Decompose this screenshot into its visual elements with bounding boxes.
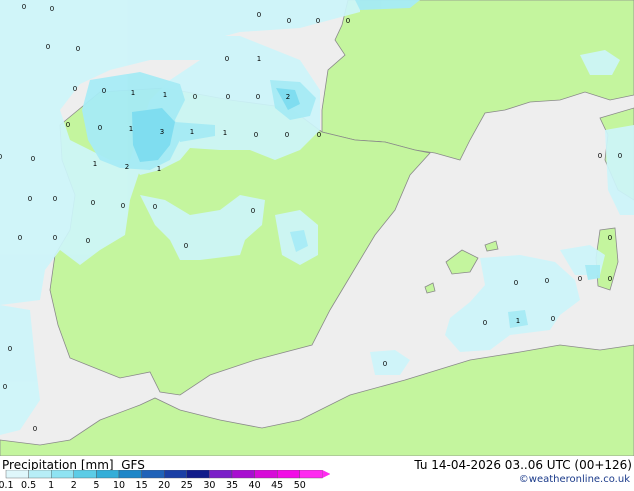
value-marker: 0 [3, 383, 7, 391]
scale-tick-label: 10 [112, 480, 126, 491]
value-marker: 0 [193, 93, 197, 101]
value-marker: 0 [225, 55, 229, 63]
scale-swatch [141, 470, 165, 479]
value-marker: 0 [608, 275, 612, 283]
value-marker: 1 [163, 91, 167, 99]
value-marker: 0 [0, 153, 2, 161]
value-marker: 0 [73, 85, 77, 93]
scale-tick-label: 45 [271, 480, 284, 491]
value-marker: 0 [608, 234, 612, 242]
scale-swatch [254, 470, 278, 479]
scale-tick-label: 2 [70, 480, 77, 491]
value-marker: 1 [516, 317, 520, 325]
legend-bar: Precipitation [mm] GFS Tu 14-04-2026 03.… [0, 456, 634, 491]
scale-tick-label: 40 [248, 480, 261, 491]
scale-tick-label: 20 [158, 480, 171, 491]
value-marker: 0 [31, 155, 35, 163]
value-marker: 0 [257, 11, 261, 19]
value-marker: 0 [76, 45, 80, 53]
value-marker: 0 [285, 131, 289, 139]
value-marker: 0 [514, 279, 518, 287]
value-marker: 0 [483, 319, 487, 327]
scale-swatch [209, 470, 233, 479]
value-marker: 2 [125, 163, 129, 171]
value-marker: 0 [598, 152, 602, 160]
value-marker: 0 [102, 87, 106, 95]
value-marker: 0 [256, 93, 260, 101]
value-marker: 0 [46, 43, 50, 51]
value-marker: 0 [383, 360, 387, 368]
scale-tick-label: 30 [203, 480, 216, 491]
value-marker: 1 [257, 55, 261, 63]
value-marker: 0 [91, 199, 95, 207]
value-marker: 0 [86, 237, 90, 245]
value-marker: 0 [346, 17, 350, 25]
value-marker: 0 [22, 3, 26, 11]
value-marker: 0 [53, 234, 57, 242]
value-marker: 1 [131, 89, 135, 97]
scale-swatch [163, 470, 187, 479]
value-marker: 0 [226, 93, 230, 101]
value-marker: 0 [33, 425, 37, 433]
scale-swatch [73, 470, 97, 479]
scale-arrow [322, 470, 330, 478]
value-marker: 0 [153, 203, 157, 211]
value-marker: 0 [184, 242, 188, 250]
value-marker: 0 [28, 195, 32, 203]
scale-tick-label: 50 [293, 480, 306, 491]
scale-tick-label: 25 [180, 480, 193, 491]
value-marker: 0 [317, 131, 321, 139]
value-marker: 1 [93, 160, 97, 168]
value-marker: 0 [98, 124, 102, 132]
value-marker: 0 [545, 277, 549, 285]
scale-tick-label: 1 [48, 480, 55, 491]
value-marker: 0 [121, 202, 125, 210]
scale-tick-label: 35 [225, 480, 239, 491]
value-marker: 1 [223, 129, 227, 137]
value-marker: 2 [286, 93, 290, 101]
value-marker: 0 [254, 131, 258, 139]
value-marker: 3 [160, 128, 164, 136]
scale-swatch [51, 470, 75, 479]
credit-text: ©weatheronline.co.uk [518, 474, 630, 485]
value-marker: 0 [316, 17, 320, 25]
value-marker: 1 [157, 165, 161, 173]
value-marker: 0 [287, 17, 291, 25]
scale-swatch [277, 470, 301, 479]
scale-swatch [231, 470, 255, 479]
scale-swatch [118, 470, 142, 479]
scale-swatch [299, 470, 323, 479]
value-marker: 0 [50, 5, 54, 13]
precipitation-map: 0 0 0 0 0 0 0 0 1 0 0 0 1 1 0 0 0 2 0 0 1 3 1 1 0 0 0 0 0 1 2 1 0 0 0 0 0 0 0 0… [0, 0, 634, 457]
scale-tick-label: 5 [93, 480, 100, 491]
value-marker: 0 [251, 207, 255, 215]
scale-swatch [96, 470, 120, 479]
scale-tick-label: 0.5 [21, 480, 37, 491]
value-marker: 0 [66, 121, 70, 129]
scale-ticks: 0.1 0.5 1 2 5 10 15 20 25 30 35 40 45 50 [0, 480, 330, 491]
scale-swatch [186, 470, 210, 479]
valid-time: Tu 14-04-2026 03..06 UTC (00+126) [414, 458, 632, 472]
value-marker: 0 [551, 315, 555, 323]
scale-tick-label: 15 [135, 480, 148, 491]
value-marker: 0 [618, 152, 622, 160]
scale-swatch [5, 470, 29, 479]
value-marker: 1 [190, 128, 194, 136]
value-marker: 1 [129, 125, 133, 133]
map-canvas: 0 0 0 0 0 0 0 0 1 0 0 0 1 1 0 0 0 2 0 0 1 3 1 1 0 0 0 0 0 1 2 1 0 0 0 0 0 0 0 0… [0, 0, 634, 457]
value-marker: 0 [53, 195, 57, 203]
scale-swatch [28, 470, 52, 479]
scale-tick-label: 0.1 [0, 480, 14, 491]
value-marker: 0 [18, 234, 22, 242]
value-marker: 0 [578, 275, 582, 283]
value-marker: 0 [8, 345, 12, 353]
